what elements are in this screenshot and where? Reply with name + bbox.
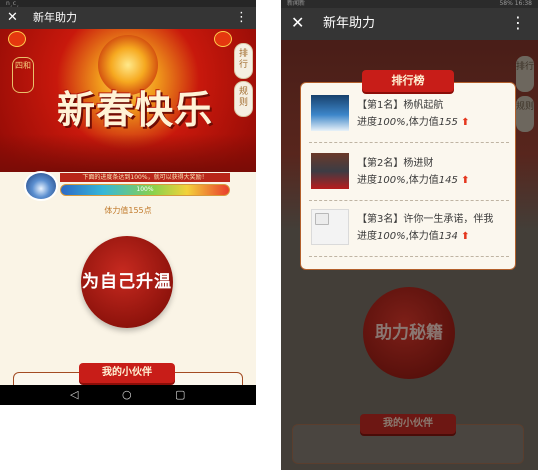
broken-image-icon — [311, 209, 349, 245]
stamina-prefix: ,体力值 — [405, 175, 439, 186]
stamina-prefix: ,体力值 — [405, 117, 439, 128]
progress-value: 100% — [377, 231, 406, 242]
stamina-value: 145 — [438, 175, 458, 186]
page-title: 新年助力 — [33, 11, 77, 24]
user-avatar — [311, 153, 349, 189]
phone-screen-ranking: 新闻新 58% 16:38 ✕ 新年助力 ⋮ 排行 规则 助力秘籍 我的小伙伴 … — [281, 0, 538, 470]
phone-screen-home: n¸c¸ ✕ 新年助力 ⋮ 四和 新春快乐 排行 规则 下面的进度条达到100%… — [0, 0, 256, 405]
ranking-modal: 【第1名】杨帆起航 进度100%,体力值155 ⬆ 【第2名】杨进财 进度100… — [300, 82, 516, 270]
tab-rules-label: 规则 — [516, 102, 535, 112]
android-nav-bar: ◁ ○ ▢ — [0, 385, 256, 405]
lantern-icon — [214, 31, 232, 47]
banner-title: 新春快乐 — [56, 87, 213, 132]
avatar — [24, 171, 58, 201]
back-icon[interactable]: ◁ — [70, 385, 78, 405]
fu-medallion-icon — [98, 35, 158, 95]
home-icon[interactable]: ○ — [122, 385, 132, 405]
more-menu-icon[interactable]: ⋮ — [510, 15, 526, 31]
ranking-row: 【第1名】杨帆起航 进度100%,体力值155 ⬆ — [309, 91, 509, 143]
close-icon[interactable]: ✕ — [291, 15, 304, 31]
tab-ranking[interactable]: 排行 — [235, 44, 252, 78]
progress-value: 100% — [377, 117, 406, 128]
tab-ranking-label: 排行 — [516, 62, 535, 72]
status-bar: 新闻新 58% 16:38 — [281, 0, 538, 8]
rank-stats: 进度100%,体力值134 ⬆ — [357, 230, 469, 243]
tab-ranking[interactable]: 排行 — [516, 56, 534, 92]
ranking-title: 排行榜 — [362, 70, 454, 92]
progress-prefix: 进度 — [357, 117, 377, 128]
status-left: 新闻新 — [287, 0, 306, 7]
partners-title: 我的小伙伴 — [360, 414, 456, 434]
close-icon[interactable]: ✕ — [7, 10, 18, 26]
rank-stats: 进度100%,体力值155 ⬆ — [357, 116, 469, 129]
rank-name: 【第3名】许你一生承诺，伴我 — [357, 214, 494, 225]
progress-prefix: 进度 — [357, 231, 377, 242]
progress-label: 100% — [136, 186, 154, 193]
more-menu-icon[interactable]: ⋮ — [235, 10, 248, 26]
up-arrow-icon: ⬆ — [461, 117, 470, 128]
boost-tips-button[interactable]: 助力秘籍 — [363, 287, 455, 379]
progress-value: 100% — [377, 175, 406, 186]
rank-stats: 进度100%,体力值145 ⬆ — [357, 174, 469, 187]
tab-rules[interactable]: 规则 — [516, 96, 534, 132]
partners-title: 我的小伙伴 — [79, 363, 175, 383]
stamina-value: 134 — [438, 231, 458, 242]
stamina-text: 体力值155点 — [104, 206, 152, 215]
lantern-icon — [8, 31, 26, 47]
rank-name: 【第2名】杨进财 — [357, 158, 434, 169]
progress-notice: 下面的进度条达到100%，就可以获得大奖励！ — [60, 173, 230, 182]
status-bar: n¸c¸ — [0, 0, 256, 7]
ranking-row: 【第3名】许你一生承诺，伴我 进度100%,体力值134 ⬆ — [309, 205, 509, 257]
app-bar: ✕ 新年助力 ⋮ — [281, 8, 538, 40]
flower-decoration — [0, 134, 256, 172]
warm-up-button[interactable]: 为自己升温 — [81, 236, 173, 328]
user-avatar — [311, 95, 349, 131]
tab-ranking-label: 排行 — [238, 49, 248, 70]
status-left: n¸c¸ — [6, 0, 20, 7]
page-title: 新年助力 — [323, 16, 376, 31]
ranking-row: 【第2名】杨进财 进度100%,体力值145 ⬆ — [309, 149, 509, 201]
up-arrow-icon: ⬆ — [461, 231, 470, 242]
up-arrow-icon: ⬆ — [461, 175, 470, 186]
rank-name: 【第1名】杨帆起航 — [357, 100, 444, 111]
banner-stamp: 四和 — [12, 57, 34, 93]
app-bar: ✕ 新年助力 ⋮ — [0, 7, 256, 29]
tab-rules[interactable]: 规则 — [235, 82, 252, 116]
stamina-value: 155 — [438, 117, 458, 128]
status-right: 58% 16:38 — [499, 0, 532, 7]
progress-prefix: 进度 — [357, 175, 377, 186]
progress-bar: 100% — [60, 184, 230, 196]
recent-apps-icon[interactable]: ▢ — [175, 385, 185, 405]
tab-rules-label: 规则 — [238, 87, 248, 108]
stamina-prefix: ,体力值 — [405, 231, 439, 242]
